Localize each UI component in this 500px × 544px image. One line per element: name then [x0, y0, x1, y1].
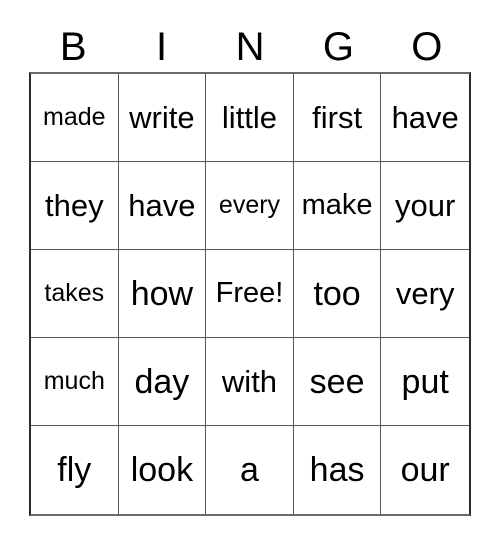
bingo-cell-word: write: [129, 100, 195, 135]
bingo-cell-word: takes: [44, 279, 105, 307]
bingo-cell[interactable]: with: [206, 338, 294, 426]
bingo-header-letter-b: B: [59, 25, 87, 69]
bingo-cell[interactable]: they: [31, 162, 119, 250]
bingo-cell[interactable]: a: [206, 426, 294, 514]
bingo-cell[interactable]: made: [31, 74, 119, 162]
bingo-cell-word: they: [44, 188, 104, 223]
bingo-cell-word: fly: [57, 451, 92, 489]
bingo-header-letter-n: N: [235, 25, 265, 69]
bingo-cell[interactable]: make: [293, 162, 382, 250]
bingo-cell-word: a: [240, 451, 259, 489]
bingo-cell-word: our: [400, 451, 450, 489]
bingo-cell[interactable]: see: [293, 338, 382, 426]
bingo-header-letter-g: G: [322, 25, 354, 69]
bingo-header-row: B I N G O: [29, 22, 471, 72]
bingo-cell[interactable]: your: [381, 162, 469, 250]
bingo-cell[interactable]: day: [118, 338, 207, 426]
bingo-cell-word: much: [43, 367, 105, 395]
bingo-cell[interactable]: fly: [31, 426, 119, 514]
bingo-cell-word: every: [218, 191, 281, 219]
bingo-cell[interactable]: look: [118, 426, 207, 514]
bingo-cell[interactable]: very: [381, 250, 469, 338]
bingo-cell[interactable]: first: [293, 74, 382, 162]
bingo-cell-word: look: [130, 451, 194, 489]
bingo-header-letter-i: I: [156, 25, 168, 69]
bingo-cell-word: very: [395, 276, 455, 311]
bingo-cell[interactable]: our: [381, 426, 469, 514]
bingo-cell[interactable]: every: [206, 162, 294, 250]
bingo-cell-free[interactable]: Free!: [206, 250, 294, 338]
bingo-cell-word: with: [221, 364, 278, 399]
bingo-cell[interactable]: too: [293, 250, 382, 338]
bingo-cell[interactable]: has: [293, 426, 382, 514]
bingo-cell-word: have: [391, 100, 459, 135]
bingo-cell[interactable]: how: [118, 250, 207, 338]
bingo-cell-word: Free!: [215, 277, 284, 309]
bingo-cell-word: how: [130, 274, 194, 313]
bingo-cell[interactable]: much: [31, 338, 119, 426]
bingo-cell-word: have: [128, 188, 196, 223]
bingo-cell[interactable]: takes: [31, 250, 119, 338]
bingo-cell[interactable]: write: [118, 74, 207, 162]
bingo-cell-word: has: [309, 451, 365, 489]
bingo-cell-word: see: [309, 362, 365, 401]
bingo-cell[interactable]: put: [381, 338, 469, 426]
bingo-header-letter-o: O: [411, 25, 443, 69]
bingo-cell-word: first: [312, 100, 363, 135]
bingo-cell-word: little: [221, 100, 278, 135]
bingo-cell-word: made: [43, 103, 106, 131]
bingo-cell-word: make: [301, 189, 373, 221]
bingo-cell-word: put: [401, 362, 449, 401]
bingo-cell-word: your: [395, 188, 456, 223]
bingo-card: B I N G O made write little first have t…: [0, 0, 500, 544]
bingo-cell[interactable]: have: [118, 162, 207, 250]
bingo-grid: made write little first have they have e…: [29, 72, 471, 516]
bingo-cell-word: too: [313, 274, 361, 313]
bingo-cell-word: day: [134, 362, 190, 401]
bingo-cell[interactable]: little: [206, 74, 294, 162]
bingo-cell[interactable]: have: [381, 74, 469, 162]
